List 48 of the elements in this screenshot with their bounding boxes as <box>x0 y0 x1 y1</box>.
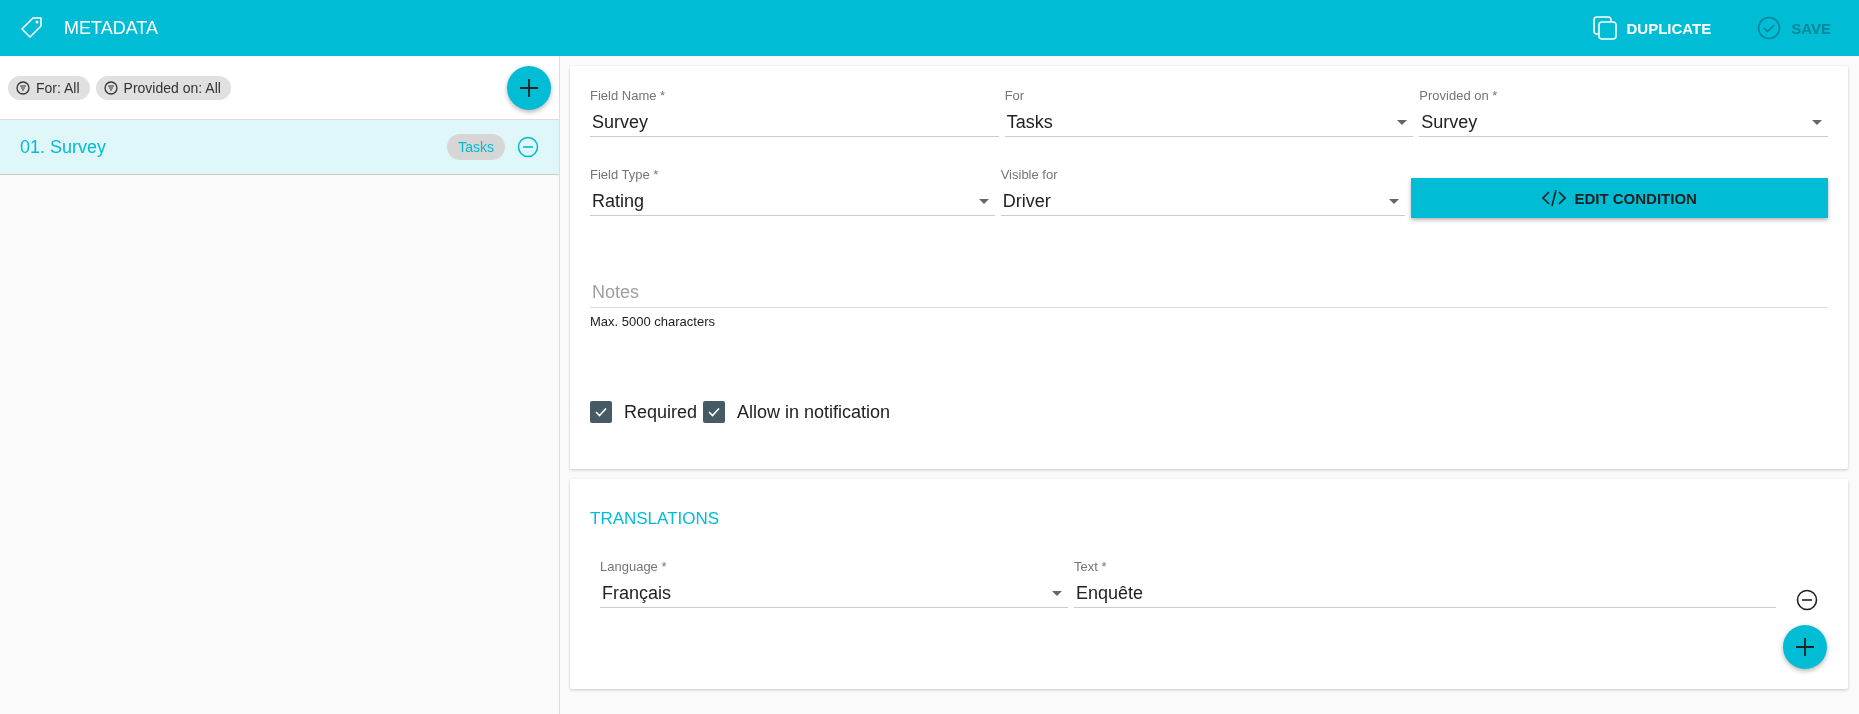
text-field[interactable]: Enquête <box>1074 580 1776 608</box>
check-icon <box>707 405 722 419</box>
checkbox-label: Allow in notification <box>737 401 891 423</box>
caret-icon <box>1397 120 1408 125</box>
select-field[interactable]: Driver <box>1000 188 1406 216</box>
code-icon <box>1542 189 1567 207</box>
add-translation-button[interactable] <box>1783 625 1827 669</box>
field-label: Field Type * <box>590 167 660 182</box>
tag-icon <box>20 16 44 40</box>
select-field[interactable]: Survey <box>1419 109 1828 137</box>
remove-icon <box>517 136 539 158</box>
add-button[interactable] <box>507 65 551 110</box>
edit-condition-button[interactable]: EDIT CONDITION <box>1411 178 1828 218</box>
check-icon <box>594 405 608 419</box>
caret-icon <box>1052 591 1062 596</box>
caret-icon <box>1812 120 1822 125</box>
filter-chip[interactable]: Provided on: All <box>95 75 231 100</box>
text-field[interactable]: Survey <box>590 109 999 137</box>
filter-icon <box>16 80 30 95</box>
plus-icon <box>1794 636 1816 658</box>
tag-chip: Tasks <box>447 134 505 160</box>
caret-icon <box>978 199 989 204</box>
filter-chip-label: For: All <box>36 79 80 96</box>
checkbox[interactable] <box>703 401 726 423</box>
select-field[interactable]: Tasks <box>1004 109 1414 137</box>
field-label: Language * <box>600 559 668 574</box>
filter-icon <box>103 80 118 95</box>
check-circle-icon <box>1757 16 1782 40</box>
list-item-label: 01. Survey <box>20 136 108 158</box>
copy-icon <box>1592 16 1617 40</box>
minus-circle-icon <box>1796 589 1818 611</box>
select-field[interactable]: Rating <box>590 188 995 216</box>
page-title: METADATA <box>64 17 159 39</box>
filter-chip-label: Provided on: All <box>123 79 221 96</box>
plus-icon <box>518 76 540 99</box>
select-field[interactable]: Français <box>600 580 1068 608</box>
field-label: Text * <box>1074 559 1108 574</box>
filter-chip[interactable]: For: All <box>8 75 90 100</box>
section-title: TRANSLATIONS <box>590 509 721 529</box>
field-label: Visible for <box>1000 167 1059 182</box>
field-label: For <box>1004 88 1026 103</box>
checkbox-label: Required <box>624 401 698 423</box>
field-label: Provided on * <box>1419 88 1499 103</box>
field-label: Field Name * <box>590 88 667 103</box>
remove-button[interactable] <box>1796 589 1818 611</box>
caret-icon <box>1389 199 1400 204</box>
helper-text: Max. 5000 characters <box>590 314 716 329</box>
checkbox[interactable] <box>590 401 612 423</box>
